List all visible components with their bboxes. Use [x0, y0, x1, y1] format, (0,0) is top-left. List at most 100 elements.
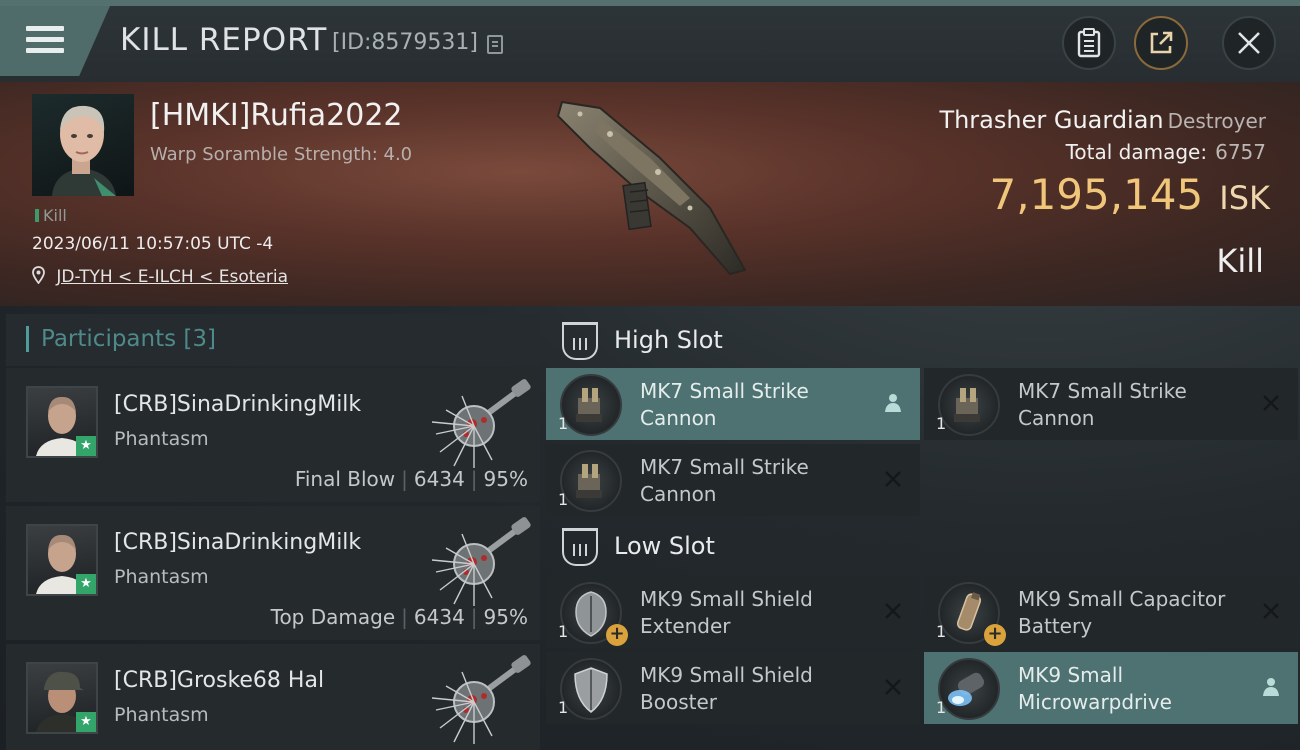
participants-title: Participants [3] [41, 326, 216, 352]
module-name: MK7 Small Strike Cannon [640, 455, 809, 506]
participant-row[interactable]: ★ [CRB]SinaDrinkingMilk Phantasm Top Dam… [6, 506, 540, 640]
star-badge-icon: ★ [76, 712, 96, 732]
share-button[interactable] [1134, 16, 1188, 70]
module-quantity: 1 [558, 698, 569, 717]
participant-name: [CRB]Groske68 Hal [114, 668, 325, 693]
kill-datetime: 2023/06/11 10:57:05 UTC -4 [32, 234, 274, 254]
cannon-module-icon [560, 374, 622, 436]
low-slot-icon [562, 528, 598, 566]
shield-extender-icon: + [560, 582, 628, 646]
participant-stats: Final Blow | 6434 | 95% [294, 467, 528, 491]
module-quantity: 1 [558, 414, 569, 433]
module-quantity: 1 [936, 698, 947, 717]
module-name: MK9 Small Shield Booster [640, 663, 813, 714]
module-quantity: 1 [558, 622, 569, 641]
destroyed-x-icon [882, 600, 904, 622]
module-item[interactable]: 1 MK9 Small Microwarpdrive [924, 652, 1298, 724]
victim-avatar[interactable] [32, 94, 134, 196]
participants-panel: Participants [3] ★ [CRB]SinaDrinkingMilk… [6, 314, 540, 750]
participant-role: Final Blow [294, 467, 396, 491]
participant-ship: Phantasm [114, 566, 209, 588]
participant-name: [CRB]SinaDrinkingMilk [114, 530, 362, 555]
top-accent-strip [0, 0, 1300, 6]
location-link[interactable]: JD-TYH < E-ILCH < Esoteria [56, 267, 288, 287]
menu-button[interactable] [0, 6, 110, 76]
destroyed-x-icon [882, 468, 904, 490]
low-slot-title: Low Slot [614, 532, 715, 560]
destroyed-x-icon [1260, 392, 1282, 414]
participant-row[interactable]: ★ [CRB]Groske68 Hal Phantasm [6, 644, 540, 750]
phantasm-ship-icon [431, 379, 531, 468]
high-slot-title: High Slot [614, 326, 723, 354]
shield-booster-icon [560, 658, 622, 720]
high-slot-header: High Slot [546, 314, 1300, 368]
kill-location[interactable]: JD-TYH < E-ILCH < Esoteria [32, 266, 288, 287]
total-damage: Total damage: 6757 [1066, 140, 1266, 164]
clipboard-button[interactable] [1062, 16, 1116, 70]
kill-tag: Kill [35, 206, 67, 225]
module-item[interactable]: + 1 MK9 Small Shield Extender [546, 576, 920, 648]
capacitor-battery-icon: + [938, 582, 1006, 646]
low-slot-header: Low Slot [546, 520, 1300, 574]
hamburger-icon [26, 26, 64, 54]
plus-icon: + [984, 624, 1006, 646]
participant-role: Top Damage [270, 605, 396, 629]
module-quantity: 1 [936, 414, 947, 433]
participant-damage: 6434 [413, 467, 465, 491]
victim-ship[interactable]: Thrasher Guardian Destroyer [939, 106, 1266, 134]
close-icon [1238, 32, 1260, 54]
module-item[interactable]: + 1 MK9 Small Capacitor Battery [924, 576, 1298, 648]
total-damage-label: Total damage: [1065, 140, 1208, 164]
victim-panel: [HMKI]Rufia2022 Warp Soramble Strength: … [0, 82, 1300, 306]
participants-header: Participants [3] [6, 314, 540, 366]
participant-ship: Phantasm [114, 428, 209, 450]
star-badge-icon: ★ [76, 436, 96, 456]
copy-icon[interactable] [487, 35, 503, 54]
participant-percent: 95% [483, 467, 528, 491]
participant-name: [CRB]SinaDrinkingMilk [114, 392, 362, 417]
destroyed-x-icon [882, 676, 904, 698]
module-item[interactable]: 1 MK9 Small Shield Booster [546, 652, 920, 724]
page-title: KILL REPORT [120, 22, 328, 58]
participant-row[interactable]: ★ [CRB]SinaDrinkingMilk Phantasm Final B… [6, 368, 540, 502]
module-name: MK9 Small Shield Extender [640, 587, 813, 638]
participant-avatar: ★ [26, 524, 98, 596]
dropped-person-icon [1260, 676, 1282, 698]
phantasm-ship-icon [431, 517, 531, 606]
participant-avatar: ★ [26, 662, 98, 734]
module-name: MK7 Small Strike Cannon [640, 379, 809, 430]
participant-ship: Phantasm [114, 704, 209, 726]
phantasm-ship-icon [431, 655, 531, 744]
participant-avatar: ★ [26, 386, 98, 458]
cannon-module-icon [560, 450, 622, 512]
kill-type-label: Kill [1216, 242, 1264, 280]
plus-icon: + [606, 624, 628, 646]
fitting-panel: High Slot 1 MK7 Small Strike Cannon 1 MK… [546, 314, 1300, 750]
ship-name: Thrasher Guardian [939, 106, 1164, 134]
location-pin-icon [32, 266, 45, 285]
participant-stats: Top Damage | 6434 | 95% [270, 605, 528, 629]
close-button[interactable] [1222, 16, 1276, 70]
share-icon [1150, 31, 1173, 54]
destroyed-x-icon [1260, 600, 1282, 622]
star-badge-icon: ★ [76, 574, 96, 594]
clipboard-icon [1077, 28, 1101, 58]
isk-value: 7,195,145 ISK [990, 170, 1271, 219]
microwarpdrive-icon [938, 658, 1000, 720]
module-item[interactable]: 1 MK7 Small Strike Cannon [546, 368, 920, 440]
warp-scramble-strength: Warp Soramble Strength: 4.0 [150, 144, 413, 165]
isk-unit: ISK [1219, 179, 1270, 217]
module-name: MK7 Small Strike Cannon [1018, 379, 1187, 430]
destroyer-ship-icon [556, 100, 747, 276]
isk-amount: 7,195,145 [989, 170, 1204, 219]
module-item[interactable]: 1 MK7 Small Strike Cannon [546, 444, 920, 516]
module-item[interactable]: 1 MK7 Small Strike Cannon [924, 368, 1298, 440]
ship-class: Destroyer [1167, 109, 1266, 133]
dropped-person-icon [882, 392, 904, 414]
victim-pilot-name[interactable]: [HMKI]Rufia2022 [150, 98, 403, 133]
participant-damage: 6434 [413, 605, 465, 629]
kill-report-window: KILL REPORT [ID:8579531] [HMKI]Rufia2022… [0, 0, 1300, 750]
total-damage-value: 6757 [1215, 140, 1266, 164]
portrait-icon [52, 105, 116, 196]
header-bar: KILL REPORT [ID:8579531] [0, 0, 1300, 82]
